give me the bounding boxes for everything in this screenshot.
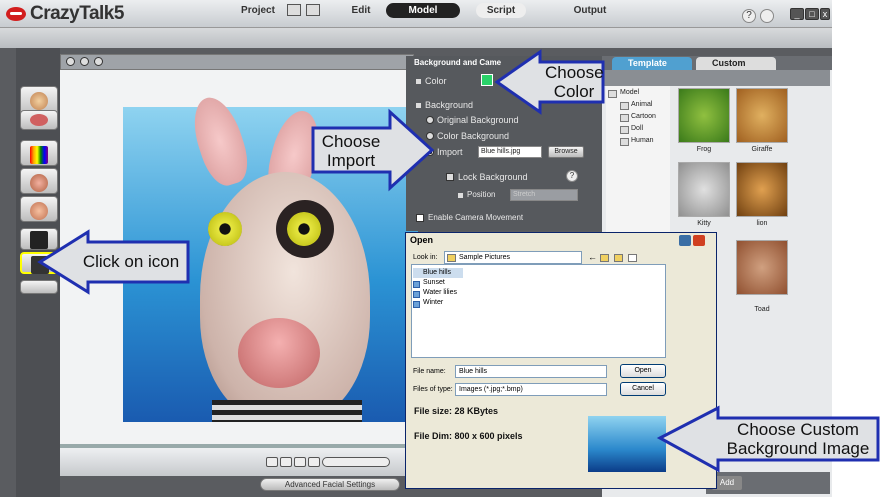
click-icon-callout: Click on icon bbox=[82, 252, 180, 271]
choose-import-callout: Choose Import bbox=[321, 132, 381, 170]
choose-custom-callout: Choose Custom Background Image bbox=[726, 420, 870, 458]
choose-color-callout: Choose Color bbox=[545, 63, 604, 101]
